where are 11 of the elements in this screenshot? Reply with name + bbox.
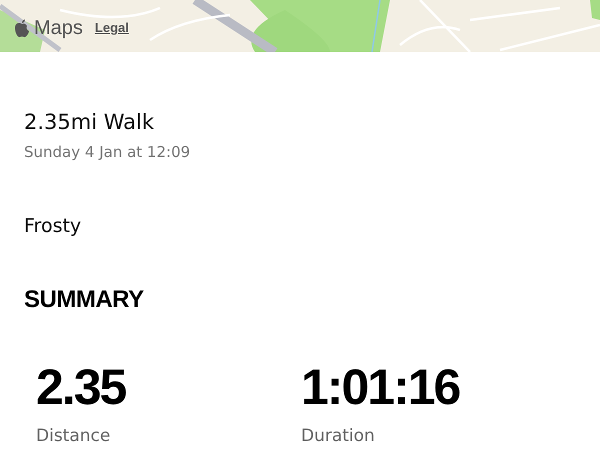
workout-date: Sunday 4 Jan at 12:09: [24, 142, 192, 164]
stat-value: 2.35: [36, 362, 127, 412]
stat-value: 1:01:16: [301, 362, 460, 412]
workout-note: Frosty: [24, 214, 82, 239]
section-heading: SUMMARY: [24, 285, 145, 316]
stat-label: Duration: [301, 425, 376, 448]
workout-title: 2.35mi Walk: [24, 110, 156, 136]
stat-label: Distance: [36, 425, 112, 448]
brand-name: Maps: [34, 18, 83, 38]
logo-icon: [14, 18, 30, 38]
legal-link[interactable]: Legal: [94, 18, 129, 38]
